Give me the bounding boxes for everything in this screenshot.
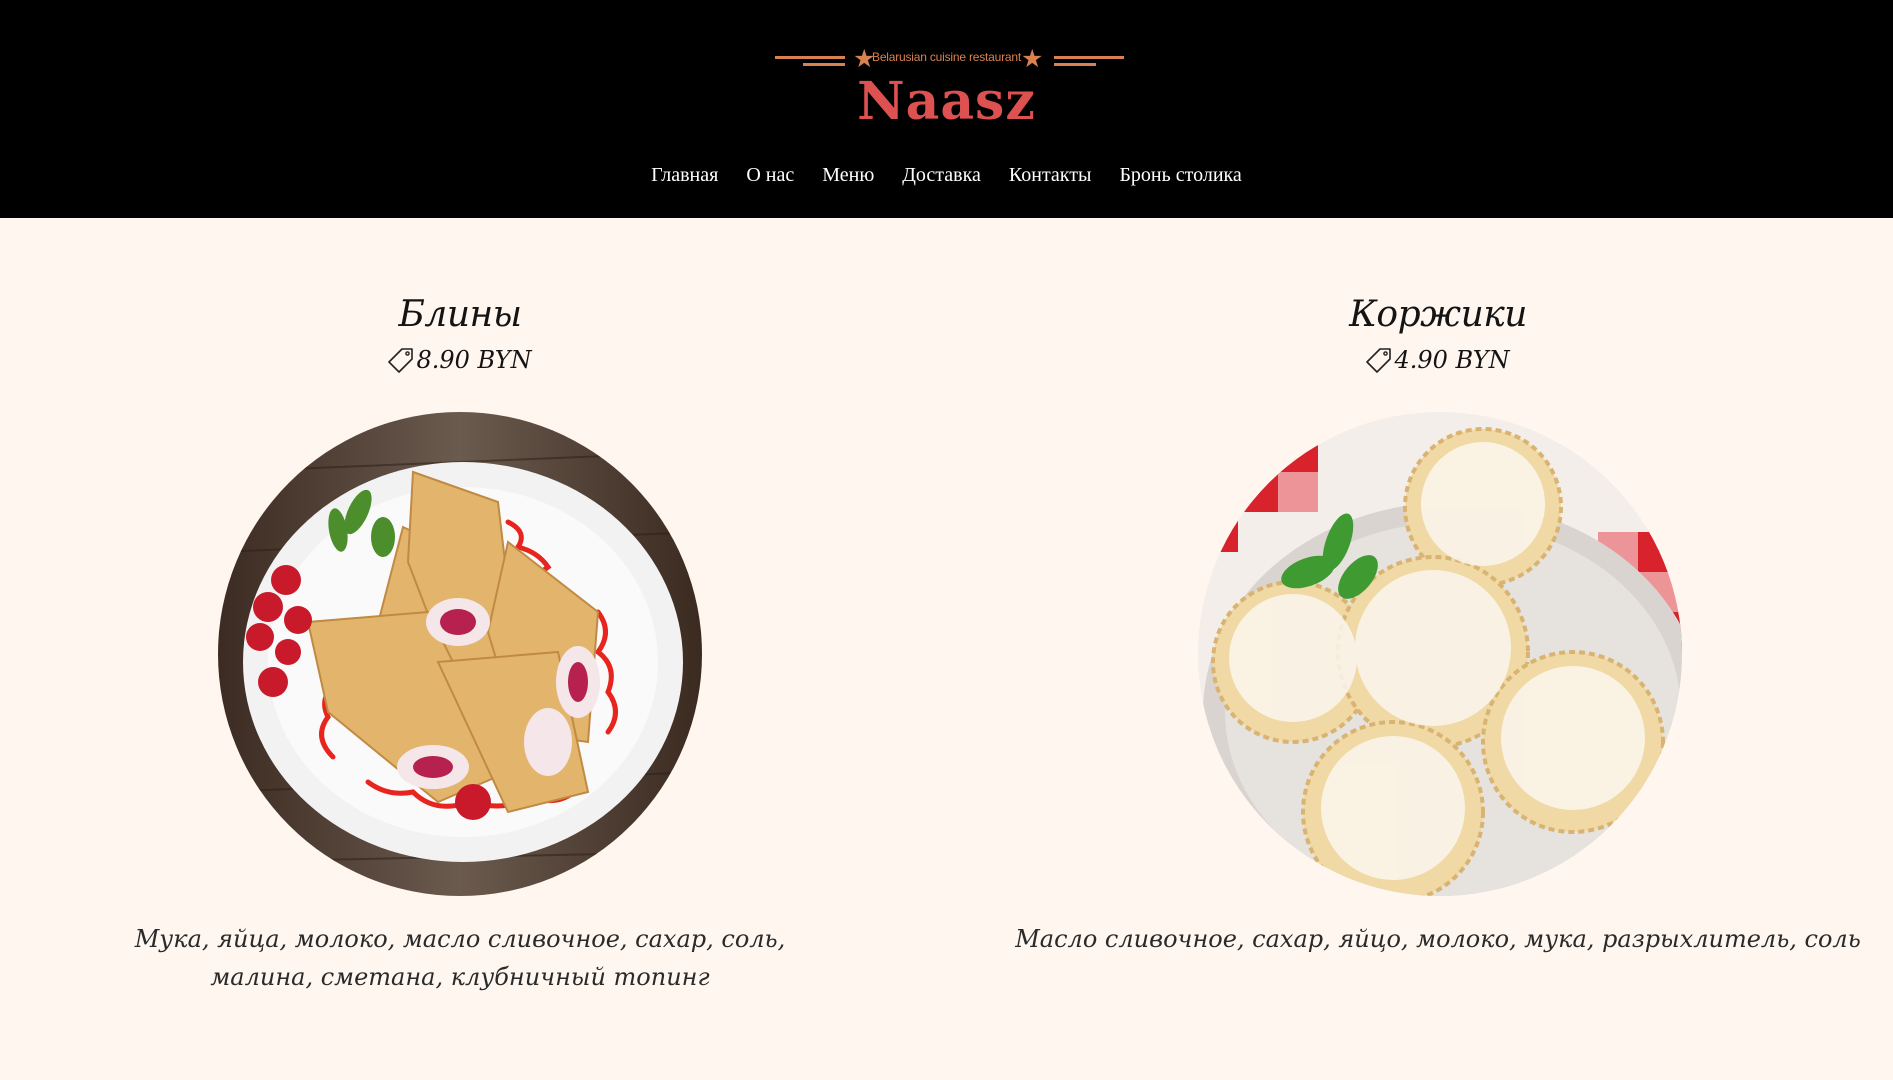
site-header: ★ Belarusian cuisine restaurant ★ Naasz … xyxy=(0,0,1893,218)
price: 8.90 BYN xyxy=(0,342,920,378)
pancakes-photo xyxy=(218,412,702,896)
price-value: 4.90 BYN xyxy=(1394,346,1510,374)
nav-item-delivery[interactable]: Доставка xyxy=(902,164,981,187)
nav-item-about[interactable]: О нас xyxy=(746,164,794,187)
nav-item-booking[interactable]: Бронь столика xyxy=(1119,164,1241,187)
star-icon-right: ★ xyxy=(1021,44,1044,73)
menu-card-blini: Блины 8.90 BYN Мука, яйца, молоко, масло… xyxy=(0,290,920,991)
tag-icon xyxy=(388,348,414,373)
logo-text[interactable]: Naasz xyxy=(857,72,1036,132)
dish-title: Блины xyxy=(398,294,522,335)
price-value: 8.90 BYN xyxy=(416,346,532,374)
dish-title: Коржики xyxy=(1349,294,1527,335)
tagline: Belarusian cuisine restaurant xyxy=(872,50,1021,64)
tagline-row: ★ Belarusian cuisine restaurant ★ xyxy=(0,46,1893,72)
dish-ingredients: Масло сливочное, сахар, яйцо, молоко, му… xyxy=(1015,925,1861,953)
nav-item-menu[interactable]: Меню xyxy=(822,164,874,187)
dish-ingredients: Мука, яйца, молоко, масло сливочное, сах… xyxy=(134,925,786,991)
shortbread-cookies-photo xyxy=(1198,412,1682,896)
decor-line-right-bottom xyxy=(1054,63,1096,66)
decor-line-right-top xyxy=(1054,56,1124,59)
tag-icon xyxy=(1366,348,1392,373)
logo[interactable]: Naasz xyxy=(0,72,1893,132)
nav-item-contacts[interactable]: Контакты xyxy=(1009,164,1092,187)
menu-card-korzhiki: Коржики 4.90 BYN Масло сливочное, сахар,… xyxy=(978,290,1893,953)
price: 4.90 BYN xyxy=(978,342,1893,378)
nav-item-home[interactable]: Главная xyxy=(651,164,718,187)
main-nav: Главная О нас Меню Доставка Контакты Бро… xyxy=(0,164,1893,187)
